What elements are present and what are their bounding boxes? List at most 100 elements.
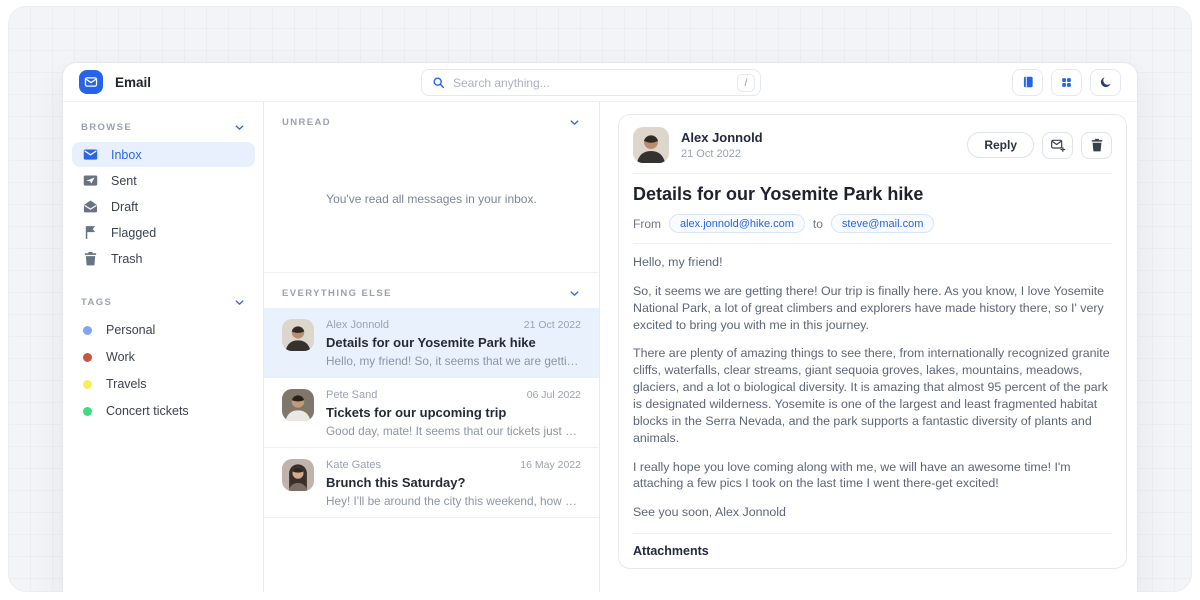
app-header: Email / xyxy=(63,63,1137,102)
search-shortcut-badge: / xyxy=(737,74,755,92)
mail-item-date: 16 May 2022 xyxy=(520,459,581,471)
mail-list-item-pete[interactable]: Pete Sand 06 Jul 2022 Tickets for our up… xyxy=(264,378,599,448)
unread-section-label: UNREAD xyxy=(282,117,331,128)
to-email-chip[interactable]: steve@mail.com xyxy=(831,214,934,233)
mail-list-item-alex[interactable]: Alex Jonnold 21 Oct 2022 Details for our… xyxy=(264,308,599,378)
search-bar[interactable]: / xyxy=(421,69,761,96)
tag-label: Concert tickets xyxy=(106,404,189,418)
from-to-row: From alex.jonnold@hike.com to steve@mail… xyxy=(633,214,1112,233)
detail-actions: Reply xyxy=(967,132,1112,159)
browse-collapse-chevron-down-icon[interactable] xyxy=(233,121,246,134)
divider xyxy=(633,243,1112,244)
sidebar-item-label: Flagged xyxy=(111,226,156,240)
mail-item-sender: Kate Gates xyxy=(326,459,381,471)
avatar xyxy=(633,127,669,163)
avatar xyxy=(282,459,314,491)
sidebar-item-label: Trash xyxy=(111,252,143,266)
body-paragraph: I really hope you love coming along with… xyxy=(633,459,1112,493)
unread-section-header: UNREAD xyxy=(264,102,599,137)
sidebar: BROWSE Inbox Sent xyxy=(63,102,263,592)
mail-item-preview: Hello, my friend! So, it seems that we a… xyxy=(326,354,581,368)
email-subject: Details for our Yosemite Park hike xyxy=(633,184,1112,205)
dark-mode-button[interactable] xyxy=(1090,69,1121,96)
browse-section-header: BROWSE xyxy=(72,114,255,141)
tag-color-dot xyxy=(83,353,92,362)
email-app-window: Email / xyxy=(62,62,1138,592)
tag-item-personal[interactable]: Personal xyxy=(72,317,255,343)
message-list-column: UNREAD You've read all messages in your … xyxy=(263,102,600,592)
sidebar-item-inbox[interactable]: Inbox xyxy=(72,142,255,167)
mail-item-date: 21 Oct 2022 xyxy=(524,319,581,331)
forward-email-button[interactable] xyxy=(1042,132,1073,159)
tags-collapse-chevron-down-icon[interactable] xyxy=(233,296,246,309)
unread-section: UNREAD You've read all messages in your … xyxy=(264,102,599,272)
dark-mode-moon-icon xyxy=(1099,75,1113,89)
draft-icon xyxy=(83,199,98,214)
tag-color-dot xyxy=(83,380,92,389)
from-email-chip[interactable]: alex.jonnold@hike.com xyxy=(669,214,805,233)
tags-section: TAGS Personal Work xyxy=(72,289,255,424)
mail-item-subject: Details for our Yosemite Park hike xyxy=(326,335,581,350)
apps-grid-icon xyxy=(1060,76,1073,89)
everything-else-collapse-chevron-down-icon[interactable] xyxy=(568,287,581,300)
mail-item-subject: Tickets for our upcoming trip xyxy=(326,405,581,420)
search-icon xyxy=(432,76,445,89)
tag-label: Personal xyxy=(106,323,155,337)
mail-item-subject: Brunch this Saturday? xyxy=(326,475,581,490)
app-body: BROWSE Inbox Sent xyxy=(63,102,1137,592)
everything-else-section: EVERYTHING ELSE Alex Jonnold 21 Oct xyxy=(264,272,599,518)
mail-item-sender: Pete Sand xyxy=(326,389,377,401)
sidebar-item-draft[interactable]: Draft xyxy=(72,194,255,219)
body-paragraph: There are plenty of amazing things to se… xyxy=(633,345,1112,446)
detail-date: 21 Oct 2022 xyxy=(681,148,763,160)
email-detail-column: Alex Jonnold 21 Oct 2022 Reply xyxy=(600,102,1137,592)
body-paragraph: See you soon, Alex Jonnold xyxy=(633,504,1112,521)
browse-section-label: BROWSE xyxy=(81,122,132,133)
tag-color-dot xyxy=(83,326,92,335)
tag-item-concert-tickets[interactable]: Concert tickets xyxy=(72,398,255,424)
mail-list-item-kate[interactable]: Kate Gates 16 May 2022 Brunch this Satur… xyxy=(264,448,599,518)
avatar xyxy=(282,319,314,351)
app-title: Email xyxy=(115,75,151,90)
attachments-title: Attachments xyxy=(633,544,1112,558)
avatar xyxy=(282,389,314,421)
tag-label: Work xyxy=(106,350,135,364)
inbox-icon xyxy=(83,147,98,162)
mail-forward-icon xyxy=(1050,137,1066,153)
apps-grid-button[interactable] xyxy=(1051,69,1082,96)
tag-item-travels[interactable]: Travels xyxy=(72,371,255,397)
sidebar-item-trash[interactable]: Trash xyxy=(72,246,255,271)
sidebar-item-flagged[interactable]: Flagged xyxy=(72,220,255,245)
mail-item-preview: Hey! I'll be around the city this weeken… xyxy=(326,494,581,508)
divider xyxy=(633,173,1112,174)
notebook-icon xyxy=(1021,75,1035,89)
sent-icon xyxy=(83,173,98,188)
envelope-logo-icon xyxy=(84,75,98,89)
tags-section-label: TAGS xyxy=(81,297,112,308)
unread-empty-message: You've read all messages in your inbox. xyxy=(264,137,599,272)
unread-collapse-chevron-down-icon[interactable] xyxy=(568,116,581,129)
mail-item-sender: Alex Jonnold xyxy=(326,319,389,331)
divider xyxy=(633,533,1112,534)
reply-button[interactable]: Reply xyxy=(967,132,1034,158)
app-logo xyxy=(79,70,103,94)
search-input[interactable] xyxy=(453,76,729,90)
mail-item-date: 06 Jul 2022 xyxy=(527,389,581,401)
notebook-button[interactable] xyxy=(1012,69,1043,96)
sidebar-item-label: Sent xyxy=(111,174,137,188)
flag-icon xyxy=(83,225,98,240)
delete-email-button[interactable] xyxy=(1081,132,1112,159)
detail-sender-name: Alex Jonnold xyxy=(681,130,763,145)
everything-else-section-label: EVERYTHING ELSE xyxy=(282,288,392,299)
sidebar-item-sent[interactable]: Sent xyxy=(72,168,255,193)
trash-icon xyxy=(1090,138,1104,152)
detail-header: Alex Jonnold 21 Oct 2022 Reply xyxy=(633,127,1112,163)
tag-color-dot xyxy=(83,407,92,416)
tags-section-header: TAGS xyxy=(72,289,255,316)
body-paragraph: So, it seems we are getting there! Our t… xyxy=(633,283,1112,334)
sidebar-item-label: Draft xyxy=(111,200,138,214)
demo-frame: Email / xyxy=(8,6,1192,592)
to-label: to xyxy=(813,217,823,231)
tag-item-work[interactable]: Work xyxy=(72,344,255,370)
email-body: Hello, my friend! So, it seems we are ge… xyxy=(633,254,1112,521)
